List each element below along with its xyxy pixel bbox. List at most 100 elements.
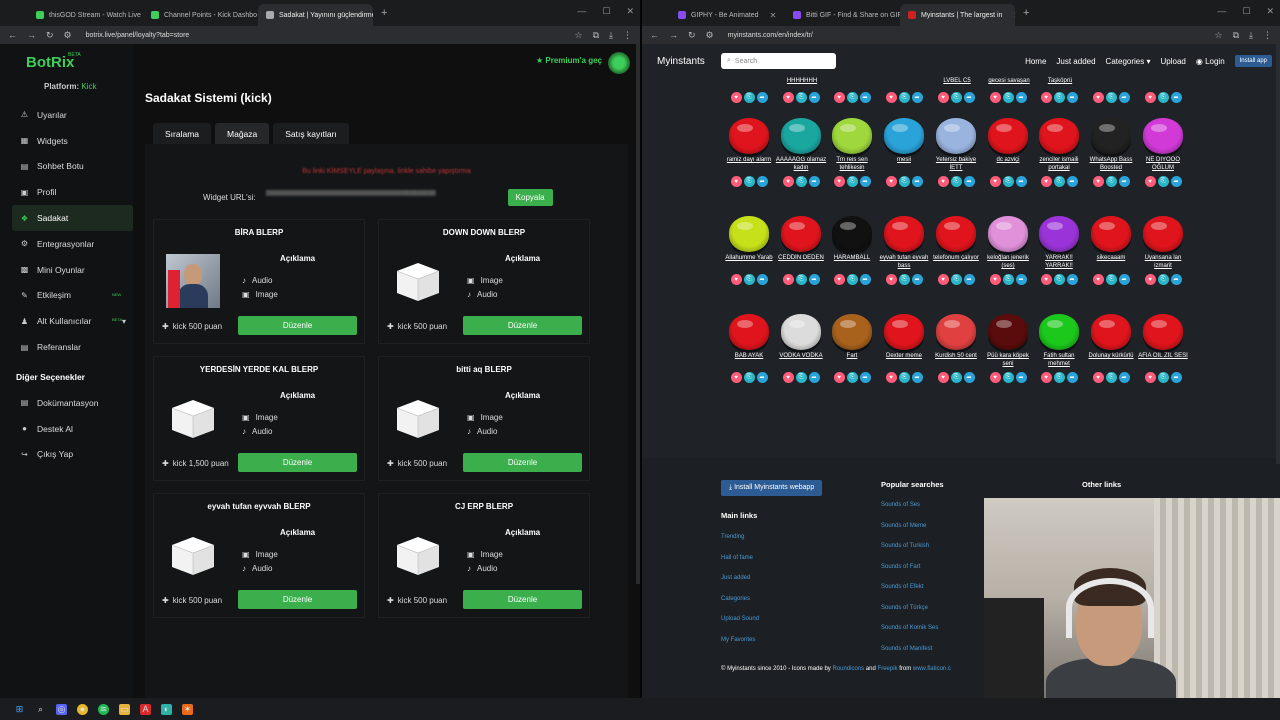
instant-name[interactable]: mesii: [878, 156, 930, 174]
favorite-icon[interactable]: ♥: [885, 176, 897, 187]
favorite-icon[interactable]: ♥: [730, 274, 742, 285]
popular-search-link[interactable]: Sounds of Efekt: [881, 584, 923, 590]
share-icon[interactable]: ➦: [1015, 92, 1027, 103]
instant-name[interactable]: zenciler ismaili portakal: [1033, 156, 1085, 174]
copy-icon[interactable]: ⎘: [1002, 372, 1014, 383]
spotify-icon[interactable]: ≋: [98, 703, 109, 715]
share-icon[interactable]: ➦: [859, 176, 871, 187]
edit-button[interactable]: Düzenle: [238, 453, 357, 472]
instant-play-button[interactable]: [1039, 216, 1079, 252]
site-info-icon[interactable]: ⚙: [706, 30, 714, 41]
main-link[interactable]: Upload Sound: [721, 616, 759, 622]
instant-play-button[interactable]: [1143, 118, 1183, 154]
favorite-icon[interactable]: ♥: [989, 92, 1001, 103]
copy-icon[interactable]: ⎘: [950, 372, 962, 383]
instant-name[interactable]: Püü kara köpek seni: [982, 352, 1034, 370]
share-icon[interactable]: ➦: [859, 372, 871, 383]
main-link[interactable]: Just added: [721, 575, 750, 581]
instant-play-button[interactable]: [832, 216, 872, 252]
copy-icon[interactable]: ⎘: [1105, 176, 1117, 187]
share-icon[interactable]: ➦: [911, 176, 923, 187]
sidebar-item-logout[interactable]: ↪ Çıkış Yap: [12, 442, 133, 468]
instant-play-button[interactable]: [884, 216, 924, 252]
popular-search-link[interactable]: Sounds of Ses: [881, 502, 920, 508]
instant-play-button[interactable]: [729, 314, 769, 350]
sidebar-item-etkile-im[interactable]: ✎ Etkileşim NEW: [12, 283, 133, 309]
avatar[interactable]: [608, 52, 630, 74]
instant-name[interactable]: HHHHHHH: [776, 78, 828, 84]
download-icon[interactable]: ⤓: [1249, 30, 1253, 41]
share-icon[interactable]: ➦: [1015, 372, 1027, 383]
favorite-icon[interactable]: ♥: [782, 176, 794, 187]
favorite-icon[interactable]: ♥: [833, 274, 845, 285]
favorite-icon[interactable]: ♥: [833, 176, 845, 187]
favorite-icon[interactable]: ♥: [1040, 176, 1052, 187]
instant-name[interactable]: Tm reis sen tehlikesin: [826, 156, 878, 174]
instant-name[interactable]: WhatsApp Bass Boosted: [1085, 156, 1137, 174]
nav-just-added[interactable]: Just added: [1056, 57, 1095, 66]
copy-icon[interactable]: ⎘: [950, 274, 962, 285]
instant-play-button[interactable]: [1039, 314, 1079, 350]
share-icon[interactable]: ➦: [808, 92, 820, 103]
window-controls-right[interactable]: — ☐ ✕: [1217, 6, 1274, 17]
instant-name[interactable]: HARAMBALL: [826, 254, 878, 272]
instant-play-button[interactable]: [1091, 118, 1131, 154]
edit-button[interactable]: Düzenle: [238, 316, 357, 335]
reload-icon[interactable]: ↻: [688, 30, 696, 41]
copy-icon[interactable]: ⎘: [1157, 92, 1169, 103]
install-webapp-button[interactable]: ⤓ Install Myinstants webapp: [721, 480, 823, 496]
favorite-icon[interactable]: ♥: [885, 274, 897, 285]
instant-name[interactable]: telefonum çalıyor: [930, 254, 982, 272]
favorite-icon[interactable]: ♥: [989, 372, 1001, 383]
instant-play-button[interactable]: [832, 118, 872, 154]
copy-icon[interactable]: ⎘: [898, 176, 910, 187]
share-icon[interactable]: ➦: [1015, 274, 1027, 285]
favorite-icon[interactable]: ♥: [1144, 92, 1156, 103]
sidebar-item-referanslar[interactable]: ▤ Referanslar: [12, 334, 133, 360]
instant-play-button[interactable]: [936, 118, 976, 154]
edit-button[interactable]: Düzenle: [238, 590, 357, 609]
favorite-icon[interactable]: ♥: [1040, 92, 1052, 103]
copy-icon[interactable]: ⎘: [1053, 372, 1065, 383]
share-icon[interactable]: ➦: [808, 176, 820, 187]
share-icon[interactable]: ➦: [1066, 372, 1078, 383]
obs-icon[interactable]: ◐: [161, 703, 172, 715]
instant-name[interactable]: VODKA VODKA: [775, 352, 827, 370]
share-icon[interactable]: ➦: [1118, 274, 1130, 285]
extensions-icon[interactable]: ⧉: [593, 30, 599, 41]
copy-icon[interactable]: ⎘: [1157, 274, 1169, 285]
popular-search-link[interactable]: Sounds of Komik Ses: [881, 625, 938, 631]
share-icon[interactable]: ➦: [859, 92, 871, 103]
copy-icon[interactable]: ⎘: [1053, 176, 1065, 187]
favorite-icon[interactable]: ♥: [1092, 176, 1104, 187]
myinstants-logo[interactable]: Myinstants: [657, 56, 705, 67]
close-icon[interactable]: ✕: [770, 11, 777, 20]
share-icon[interactable]: ➦: [963, 176, 975, 187]
window-controls[interactable]: — ☐ ✕: [577, 6, 634, 17]
instant-play-button[interactable]: [1039, 118, 1079, 154]
popular-search-link[interactable]: Sounds of Fart: [881, 564, 920, 570]
share-icon[interactable]: ➦: [808, 274, 820, 285]
share-icon[interactable]: ➦: [1118, 372, 1130, 383]
favorite-icon[interactable]: ♥: [1092, 372, 1104, 383]
browser-tab[interactable]: GIPHY - Be Animated ✕: [670, 4, 785, 26]
favorite-icon[interactable]: ♥: [1092, 92, 1104, 103]
copy-icon[interactable]: ⎘: [846, 274, 858, 285]
copy-icon[interactable]: ⎘: [743, 92, 755, 103]
copy-icon[interactable]: ⎘: [1053, 92, 1065, 103]
instant-name[interactable]: Yetersiz bakiye İETT: [930, 156, 982, 174]
browser-tab[interactable]: Channel Points - Kick Dashbo✕: [143, 4, 258, 26]
popular-search-link[interactable]: Sounds of Turkish: [881, 543, 929, 549]
extensions-icon[interactable]: ⧉: [1233, 30, 1239, 41]
copy-icon[interactable]: ⎘: [1157, 176, 1169, 187]
instant-play-button[interactable]: [884, 314, 924, 350]
left-url-field[interactable]: botrix.live/panel/loyalty?tab=store: [82, 28, 565, 42]
share-icon[interactable]: ➦: [808, 372, 820, 383]
instant-name[interactable]: AAAAAĞĞ olamaz kadın: [775, 156, 827, 174]
share-icon[interactable]: ➦: [1066, 274, 1078, 285]
share-icon[interactable]: ➦: [1066, 176, 1078, 187]
nav-categories[interactable]: Categories ▾: [1106, 57, 1151, 66]
instant-play-button[interactable]: [988, 118, 1028, 154]
browser-tab[interactable]: Myinstants | The largest in✕: [900, 4, 1015, 26]
sidebar-item-alt-kullan-c-lar[interactable]: ♟ Alt Kullanıcılar BETA ▾: [12, 308, 133, 334]
